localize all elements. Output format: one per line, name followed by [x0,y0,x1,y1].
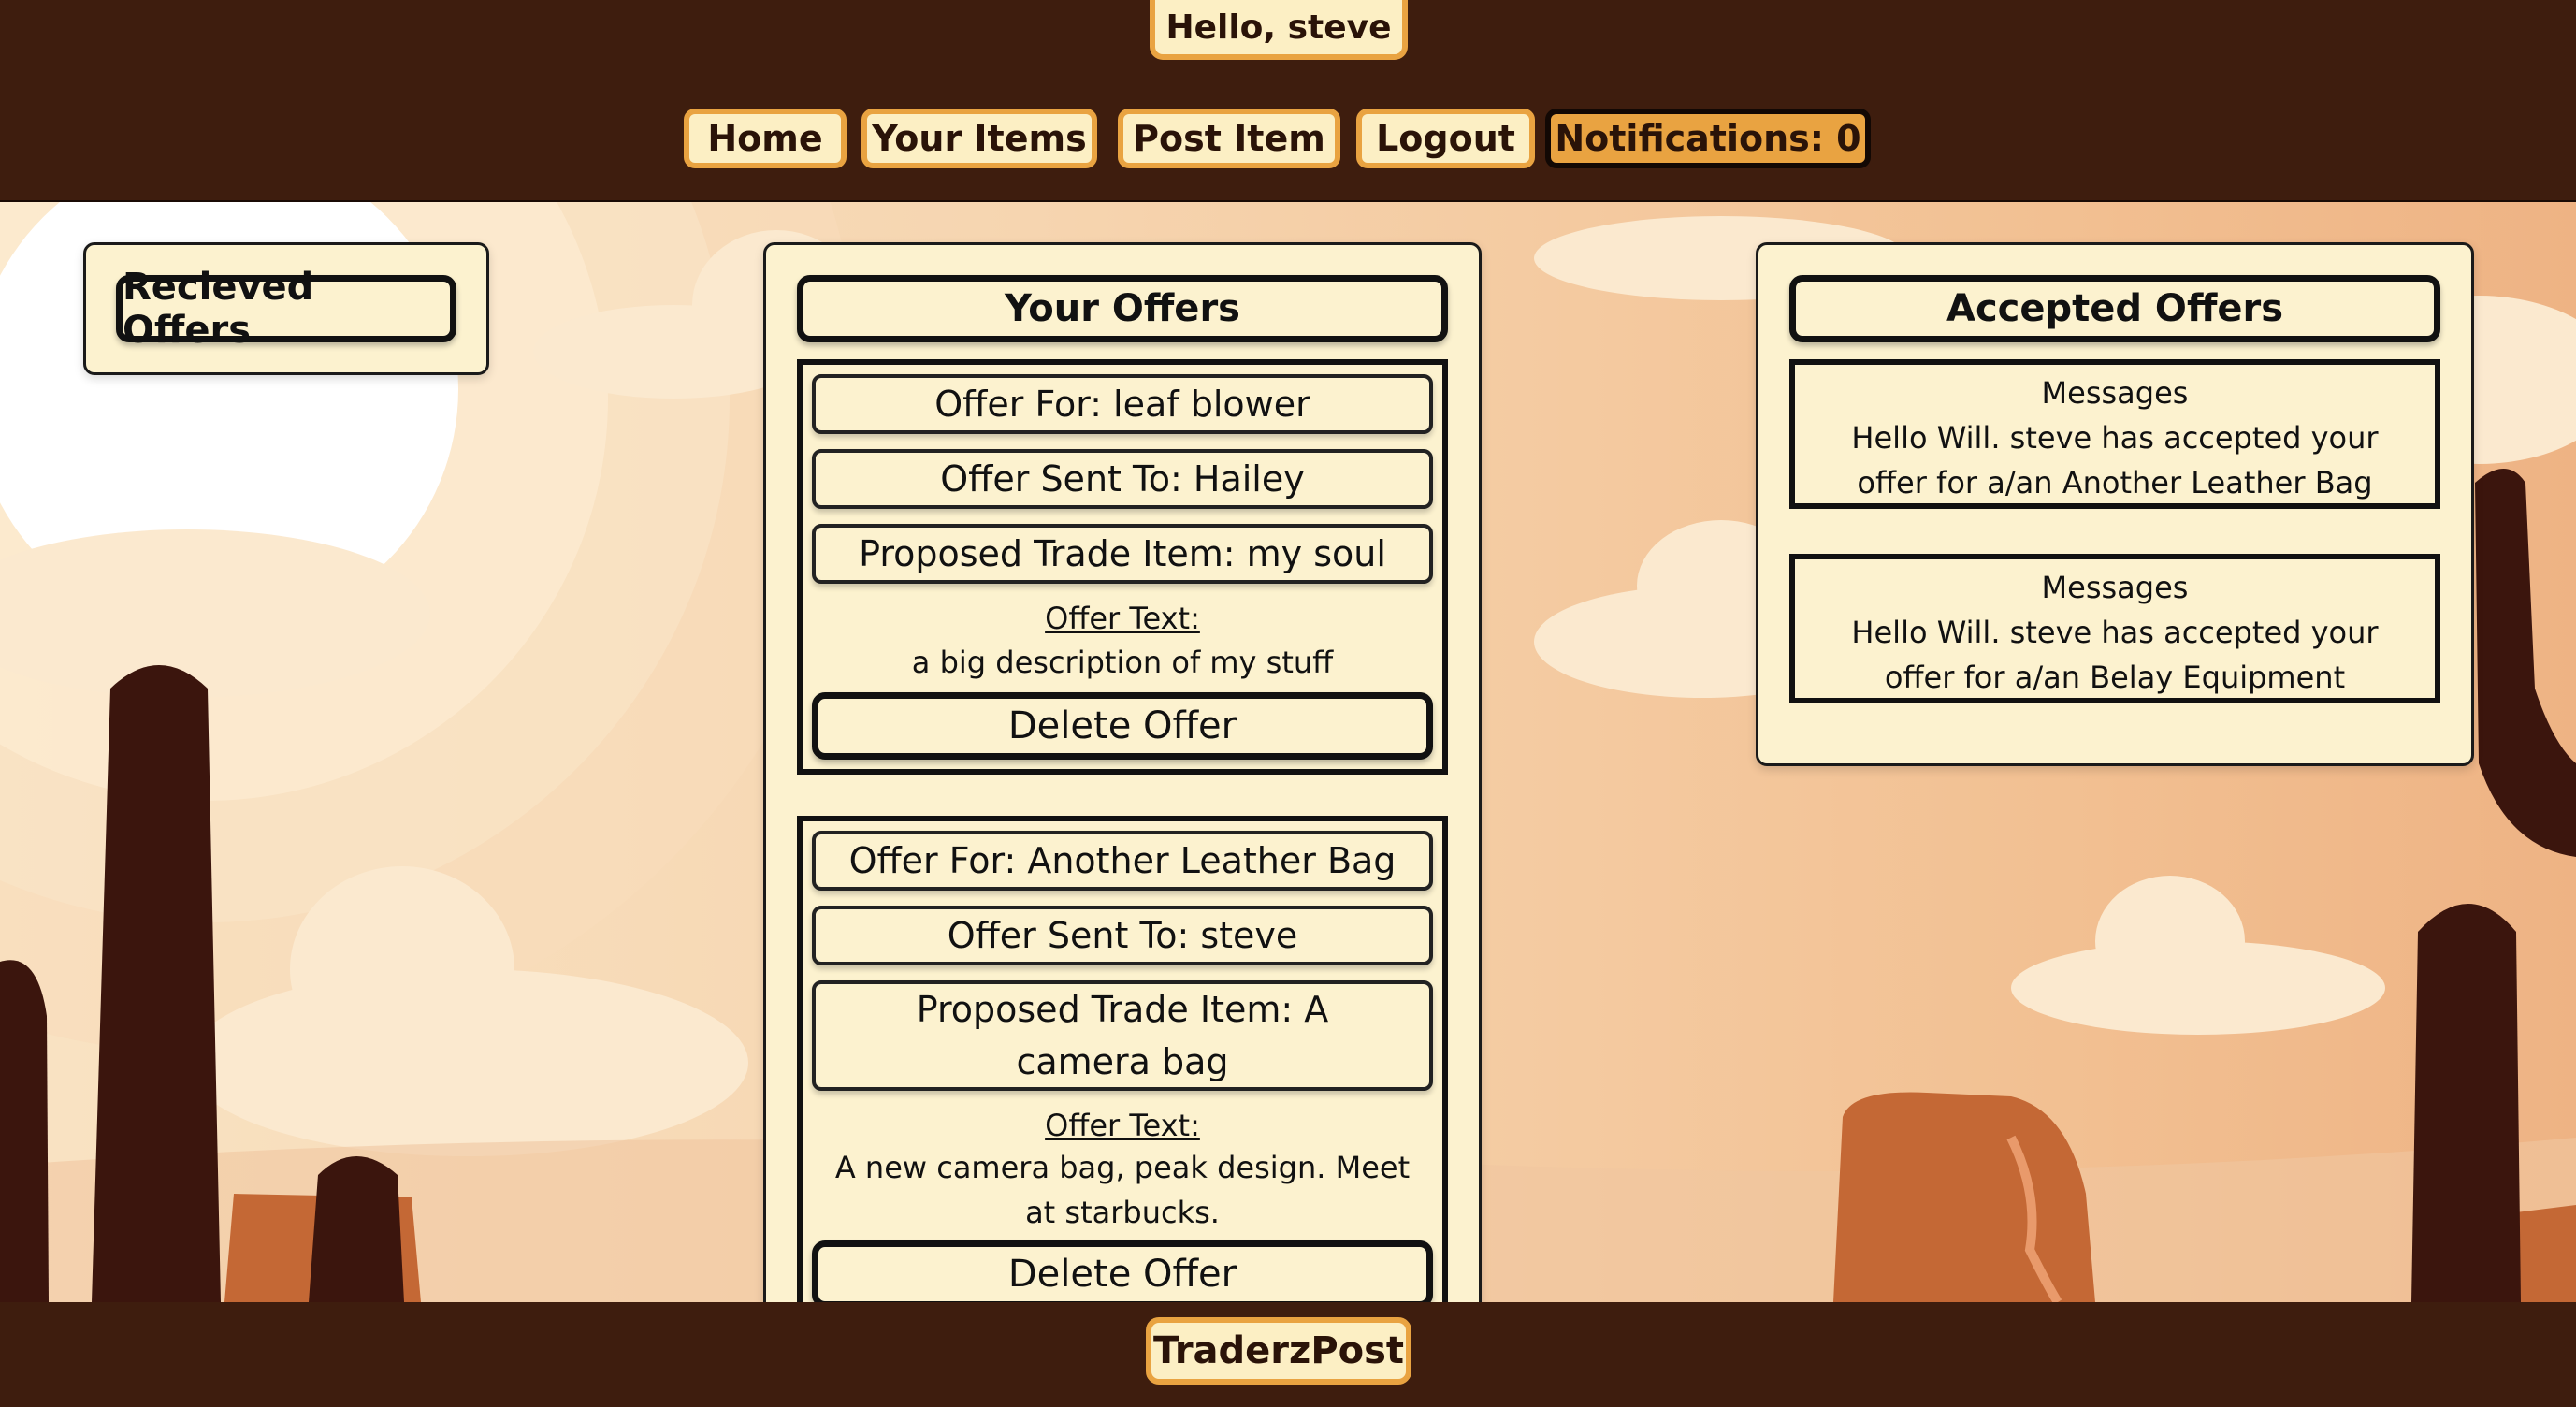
delete-offer-button[interactable]: Delete Offer [812,1240,1433,1302]
brand-logo[interactable]: TraderzPost [1146,1317,1411,1385]
message-heading: Messages [2041,570,2189,605]
greeting-badge: Hello, steve [1150,0,1408,60]
offer-card: Offer For: Another Leather Bag Offer Sen… [797,816,1448,1302]
offer-text: A new camera bag, peak design. Meet at s… [834,1150,1411,1230]
notifications-button[interactable]: Notifications: 0 [1545,109,1871,168]
message-text: Hello Will. steve has accepted your offe… [1851,420,2379,500]
desert-background: Recieved Offers Your Offers Offer For: l… [0,202,2576,1302]
offer-for-field: Offer For: leaf blower [812,374,1433,434]
received-offers-title: Recieved Offers [116,266,456,352]
proposed-trade-item-field: Proposed Trade Item: my soul [812,524,1433,584]
accepted-message-card: Messages Hello Will. steve has accepted … [1789,554,2440,704]
nav-home-button[interactable]: Home [684,109,847,168]
nav-logout-button[interactable]: Logout [1356,109,1535,168]
nav-your-items-button[interactable]: Your Items [861,109,1097,168]
offer-text-label: Offer Text: [1045,1108,1200,1143]
offer-text-label: Offer Text: [1045,601,1200,636]
message-heading: Messages [2041,375,2189,411]
delete-offer-button[interactable]: Delete Offer [812,692,1433,760]
offer-for-field: Offer For: Another Leather Bag [812,831,1433,891]
proposed-trade-item-field: Proposed Trade Item: A camera bag [812,980,1433,1091]
offer-text: a big description of my stuff [911,645,1334,680]
message-text: Hello Will. steve has accepted your offe… [1851,615,2379,695]
your-offers-panel: Your Offers Offer For: leaf blower Offer… [763,242,1482,1302]
offer-sent-to-field: Offer Sent To: Hailey [812,449,1433,509]
received-offers-panel: Recieved Offers [83,242,489,375]
footer: TraderzPost [0,1302,2576,1407]
accepted-offers-panel: Accepted Offers Messages Hello Will. ste… [1756,242,2474,766]
accepted-message-card: Messages Hello Will. steve has accepted … [1789,359,2440,509]
your-offers-title: Your Offers [797,275,1448,342]
top-header: Hello, steve Home Your Items Post Item L… [0,0,2576,202]
offer-card: Offer For: leaf blower Offer Sent To: Ha… [797,359,1448,775]
nav-post-item-button[interactable]: Post Item [1118,109,1340,168]
accepted-offers-title: Accepted Offers [1789,275,2440,342]
offer-sent-to-field: Offer Sent To: steve [812,906,1433,965]
